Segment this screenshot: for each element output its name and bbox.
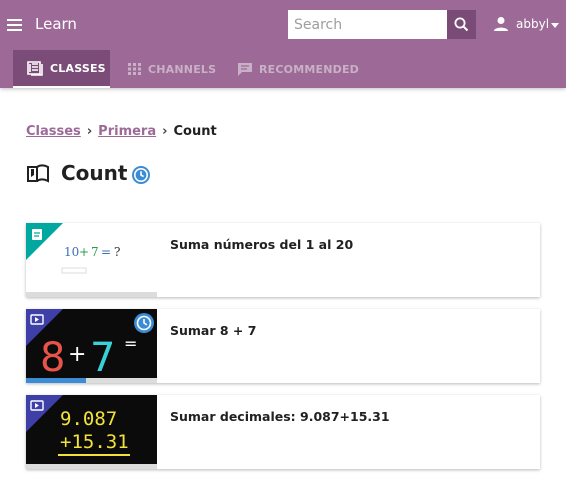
grid-icon <box>128 63 141 75</box>
menu-icon[interactable] <box>6 16 24 32</box>
thumb-number-b: 7 <box>91 245 99 259</box>
progress-fill <box>26 464 157 469</box>
thumb-number-a: 10 <box>64 245 79 259</box>
tab-label: CHANNELS <box>148 62 217 76</box>
thumb-line-2: +15.31 <box>60 431 129 453</box>
classes-icon <box>27 61 43 76</box>
progress-bar <box>26 464 157 469</box>
search-input[interactable] <box>288 10 447 39</box>
search-button[interactable] <box>447 10 476 39</box>
breadcrumb-separator: › <box>162 124 168 139</box>
breadcrumb-current: Count <box>173 124 217 139</box>
card-thumbnail: 10 + 7 = ? <box>26 223 157 297</box>
thumb-question: ? <box>114 245 120 259</box>
progress-bar <box>26 292 157 297</box>
page-heading: Count <box>26 158 151 188</box>
tab-classes[interactable]: CLASSES <box>13 50 110 88</box>
book-icon <box>27 164 49 183</box>
chevron-down-icon <box>551 23 559 28</box>
content-kind-badge <box>26 223 63 260</box>
page-title: Count <box>61 161 128 185</box>
search-icon <box>454 17 469 32</box>
breadcrumb-link-primera[interactable]: Primera <box>98 124 156 139</box>
card-title: Suma números del 1 al 20 <box>170 237 354 252</box>
clock-icon <box>134 313 154 333</box>
breadcrumb-link-classes[interactable]: Classes <box>26 124 81 139</box>
breadcrumb: Classes › Primera › Count <box>26 124 217 139</box>
user-name: abbyl <box>516 17 550 31</box>
exercise-icon <box>32 229 42 240</box>
thumb-equals: = <box>124 334 137 353</box>
content-kind-badge <box>26 309 63 346</box>
thumb-equals: = <box>101 245 111 259</box>
content-card[interactable]: 9.087 +15.31 Sumar decimales: 9.087+15.3… <box>26 395 540 469</box>
content-kind-badge <box>26 395 63 432</box>
tab-channels[interactable]: CHANNELS <box>110 50 222 88</box>
thumb-digit-b: 7 <box>90 335 115 381</box>
thumb-operator: + <box>79 245 89 259</box>
content-card[interactable]: 8 + 7 = Sumar 8 + 7 <box>26 309 540 383</box>
card-title: Sumar decimales: 9.087+15.31 <box>170 409 390 424</box>
progress-fill <box>26 378 87 383</box>
progress-bar <box>26 378 157 383</box>
tab-label: RECOMMENDED <box>259 62 359 76</box>
card-thumbnail: 8 + 7 = <box>26 309 157 383</box>
tab-recommended[interactable]: RECOMMENDED <box>222 50 367 88</box>
thumb-line-1: 9.087 <box>60 408 117 430</box>
thumb-operator: + <box>68 342 86 367</box>
tab-label: CLASSES <box>50 61 106 75</box>
card-title: Sumar 8 + 7 <box>170 323 257 338</box>
clock-icon <box>132 166 151 184</box>
card-thumbnail: 9.087 +15.31 <box>26 395 157 469</box>
chat-icon <box>238 62 252 76</box>
progress-fill <box>26 292 157 297</box>
app-title: Learn <box>35 15 77 33</box>
content-card[interactable]: 10 + 7 = ? Suma números del 1 al 20 <box>26 223 540 297</box>
user-icon <box>494 17 508 31</box>
user-menu-button[interactable]: abbyl <box>490 13 562 37</box>
breadcrumb-separator: › <box>86 124 93 139</box>
app-bar: Learn abbyl CLASSES CHANNELS <box>0 0 566 88</box>
